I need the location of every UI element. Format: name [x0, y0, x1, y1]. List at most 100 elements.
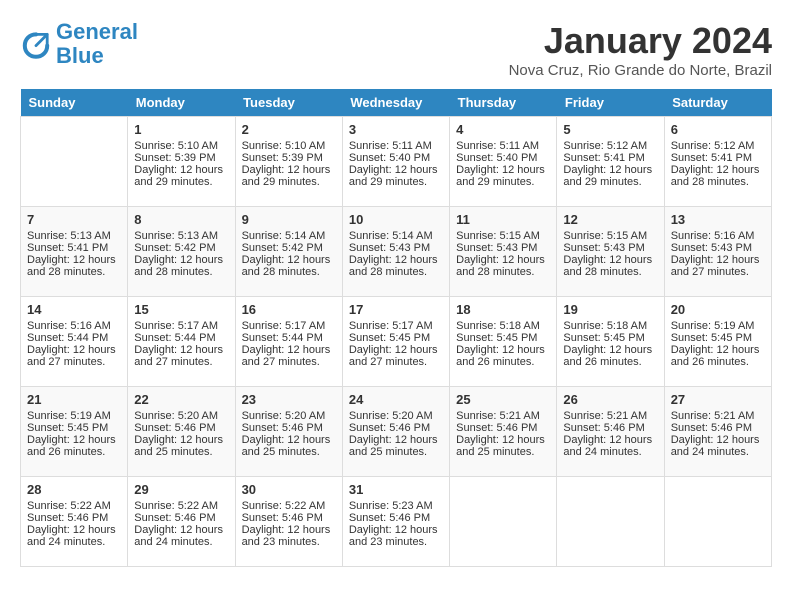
sunset-text: Sunset: 5:46 PM — [349, 512, 443, 524]
calendar-cell: 28Sunrise: 5:22 AMSunset: 5:46 PMDayligh… — [21, 477, 128, 567]
daylight-text: Daylight: 12 hours and 28 minutes. — [27, 254, 121, 278]
daylight-text: Daylight: 12 hours and 26 minutes. — [563, 344, 657, 368]
day-number: 15 — [134, 302, 228, 317]
daylight-text: Daylight: 12 hours and 24 minutes. — [563, 434, 657, 458]
sunset-text: Sunset: 5:43 PM — [456, 242, 550, 254]
sunset-text: Sunset: 5:45 PM — [456, 332, 550, 344]
daylight-text: Daylight: 12 hours and 28 minutes. — [456, 254, 550, 278]
calendar-cell: 5 Sunrise: 5:12 AMSunset: 5:41 PMDaylight… — [557, 117, 664, 207]
daylight-text: Daylight: 12 hours and 29 minutes. — [134, 164, 228, 188]
day-number: 11 — [456, 212, 550, 227]
daylight-text: Daylight: 12 hours and 24 minutes. — [671, 434, 765, 458]
day-header-sunday: Sunday — [21, 89, 128, 117]
calendar-cell: 31Sunrise: 5:23 AMSunset: 5:46 PMDayligh… — [342, 477, 449, 567]
calendar-cell: 26Sunrise: 5:21 AMSunset: 5:46 PMDayligh… — [557, 387, 664, 477]
day-number: 30 — [242, 482, 336, 497]
calendar-cell: 24Sunrise: 5:20 AMSunset: 5:46 PMDayligh… — [342, 387, 449, 477]
daylight-text: Daylight: 12 hours and 28 minutes. — [134, 254, 228, 278]
sunset-text: Sunset: 5:42 PM — [242, 242, 336, 254]
calendar-cell — [450, 477, 557, 567]
sunset-text: Sunset: 5:41 PM — [563, 152, 657, 164]
calendar-cell: 19 Sunrise: 5:18 AMSunset: 5:45 PMDayligh… — [557, 297, 664, 387]
sunrise-text: Sunrise: 5:22 AM — [134, 500, 228, 512]
calendar-cell: 13Sunrise: 5:16 AMSunset: 5:43 PMDayligh… — [664, 207, 771, 297]
sunrise-text: Sunrise: 5:21 AM — [456, 410, 550, 422]
sunrise-text: Sunrise: 5:12 AM — [563, 140, 657, 152]
daylight-text: Daylight: 12 hours and 29 minutes. — [563, 164, 657, 188]
sunrise-text: Sunrise: 5:17 AM — [242, 320, 336, 332]
day-number: 13 — [671, 212, 765, 227]
month-title: January 2024 — [509, 20, 772, 62]
sunrise-text: Sunrise: 5:19 AM — [671, 320, 765, 332]
calendar-cell — [21, 117, 128, 207]
day-number: 12 — [563, 212, 657, 227]
sunset-text: Sunset: 5:43 PM — [563, 242, 657, 254]
day-number: 26 — [563, 392, 657, 407]
sunset-text: Sunset: 5:45 PM — [563, 332, 657, 344]
daylight-text: Daylight: 12 hours and 27 minutes. — [134, 344, 228, 368]
day-header-tuesday: Tuesday — [235, 89, 342, 117]
week-row-3: 14Sunrise: 5:16 AMSunset: 5:44 PMDayligh… — [21, 297, 772, 387]
daylight-text: Daylight: 12 hours and 27 minutes. — [349, 344, 443, 368]
daylight-text: Daylight: 12 hours and 23 minutes. — [242, 524, 336, 548]
day-number: 3 — [349, 122, 443, 137]
day-number: 5 — [563, 122, 657, 137]
calendar-cell: 20Sunrise: 5:19 AMSunset: 5:45 PMDayligh… — [664, 297, 771, 387]
daylight-text: Daylight: 12 hours and 25 minutes. — [242, 434, 336, 458]
day-number: 1 — [134, 122, 228, 137]
calendar-cell: 17Sunrise: 5:17 AMSunset: 5:45 PMDayligh… — [342, 297, 449, 387]
sunset-text: Sunset: 5:42 PM — [134, 242, 228, 254]
calendar-cell: 7Sunrise: 5:13 AMSunset: 5:41 PMDaylight… — [21, 207, 128, 297]
daylight-text: Daylight: 12 hours and 29 minutes. — [349, 164, 443, 188]
daylight-text: Daylight: 12 hours and 29 minutes. — [242, 164, 336, 188]
sunset-text: Sunset: 5:46 PM — [242, 512, 336, 524]
sunrise-text: Sunrise: 5:13 AM — [134, 230, 228, 242]
sunset-text: Sunset: 5:44 PM — [134, 332, 228, 344]
calendar-cell: 16Sunrise: 5:17 AMSunset: 5:44 PMDayligh… — [235, 297, 342, 387]
day-header-monday: Monday — [128, 89, 235, 117]
calendar-cell: 11Sunrise: 5:15 AMSunset: 5:43 PMDayligh… — [450, 207, 557, 297]
day-number: 28 — [27, 482, 121, 497]
day-number: 10 — [349, 212, 443, 227]
sunset-text: Sunset: 5:44 PM — [242, 332, 336, 344]
sunrise-text: Sunrise: 5:20 AM — [349, 410, 443, 422]
daylight-text: Daylight: 12 hours and 25 minutes. — [456, 434, 550, 458]
day-number: 29 — [134, 482, 228, 497]
calendar-cell: 30Sunrise: 5:22 AMSunset: 5:46 PMDayligh… — [235, 477, 342, 567]
calendar-cell: 14Sunrise: 5:16 AMSunset: 5:44 PMDayligh… — [21, 297, 128, 387]
day-number: 31 — [349, 482, 443, 497]
sunrise-text: Sunrise: 5:11 AM — [456, 140, 550, 152]
logo: General Blue — [20, 20, 138, 68]
week-row-4: 21Sunrise: 5:19 AMSunset: 5:45 PMDayligh… — [21, 387, 772, 477]
sunset-text: Sunset: 5:39 PM — [242, 152, 336, 164]
calendar-cell — [664, 477, 771, 567]
sunrise-text: Sunrise: 5:21 AM — [563, 410, 657, 422]
day-number: 7 — [27, 212, 121, 227]
sunset-text: Sunset: 5:46 PM — [671, 422, 765, 434]
sunrise-text: Sunrise: 5:14 AM — [242, 230, 336, 242]
sunrise-text: Sunrise: 5:14 AM — [349, 230, 443, 242]
sunset-text: Sunset: 5:46 PM — [456, 422, 550, 434]
day-number: 19 — [563, 302, 657, 317]
sunrise-text: Sunrise: 5:13 AM — [27, 230, 121, 242]
sunrise-text: Sunrise: 5:23 AM — [349, 500, 443, 512]
day-header-friday: Friday — [557, 89, 664, 117]
sunrise-text: Sunrise: 5:18 AM — [563, 320, 657, 332]
day-number: 16 — [242, 302, 336, 317]
calendar-cell: 25Sunrise: 5:21 AMSunset: 5:46 PMDayligh… — [450, 387, 557, 477]
calendar-cell: 2Sunrise: 5:10 AMSunset: 5:39 PMDaylight… — [235, 117, 342, 207]
sunset-text: Sunset: 5:44 PM — [27, 332, 121, 344]
daylight-text: Daylight: 12 hours and 29 minutes. — [456, 164, 550, 188]
logo-icon — [20, 28, 52, 60]
day-number: 2 — [242, 122, 336, 137]
day-header-wednesday: Wednesday — [342, 89, 449, 117]
day-number: 9 — [242, 212, 336, 227]
calendar-body: 1Sunrise: 5:10 AMSunset: 5:39 PMDaylight… — [21, 117, 772, 567]
daylight-text: Daylight: 12 hours and 26 minutes. — [456, 344, 550, 368]
day-header-saturday: Saturday — [664, 89, 771, 117]
sunset-text: Sunset: 5:46 PM — [134, 512, 228, 524]
page-header: General Blue January 2024 Nova Cruz, Rio… — [20, 20, 772, 79]
calendar-cell — [557, 477, 664, 567]
sunrise-text: Sunrise: 5:16 AM — [671, 230, 765, 242]
daylight-text: Daylight: 12 hours and 25 minutes. — [134, 434, 228, 458]
